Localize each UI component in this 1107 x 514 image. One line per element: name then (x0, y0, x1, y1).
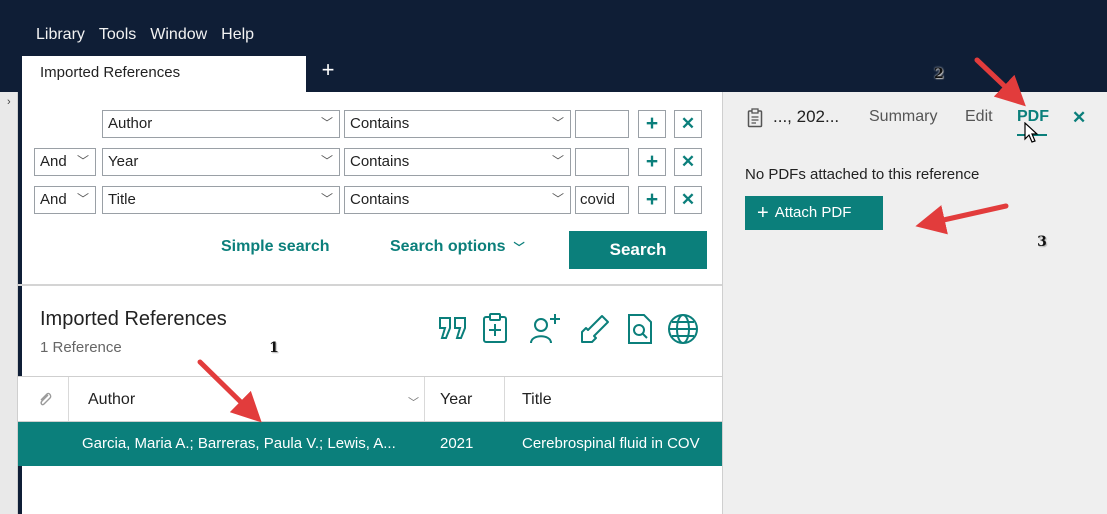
quote-icon[interactable] (436, 312, 472, 346)
search-value-input-3[interactable]: covid (575, 186, 629, 214)
paperclip-icon[interactable] (38, 390, 52, 408)
chevron-down-icon: ﹀ (320, 192, 333, 206)
search-button[interactable]: Search (569, 231, 707, 269)
column-header-title[interactable]: Title (522, 391, 552, 409)
no-pdf-message: No PDFs attached to this reference (745, 166, 980, 183)
annotation-number-3: 3 (1037, 234, 1047, 250)
chevron-down-icon: ﹀ (76, 192, 89, 206)
row-year: 2021 (440, 435, 474, 452)
tab-edit[interactable]: Edit (965, 108, 993, 126)
remove-row-button[interactable]: ✕ (674, 148, 702, 176)
menu-tools[interactable]: Tools (99, 26, 136, 44)
attach-pdf-label: Attach PDF (774, 204, 852, 221)
add-tab-button[interactable]: + (318, 58, 338, 82)
field-select-value: Title (108, 191, 136, 208)
menu-help[interactable]: Help (221, 26, 254, 44)
search-row-1: Author ﹀ Contains ﹀ + ✕ (34, 110, 714, 138)
close-panel-button[interactable]: ✕ (1072, 108, 1086, 128)
field-select-2[interactable]: Year ﹀ (102, 148, 340, 176)
menu-bar: Library Tools Window Help (36, 26, 254, 44)
chevron-down-icon: ﹀ (320, 154, 333, 168)
operator-select-1[interactable]: Contains ﹀ (344, 110, 571, 138)
connector-select-value: And (40, 153, 67, 170)
field-select-3[interactable]: Title ﹀ (102, 186, 340, 214)
library-title: Imported References (40, 308, 227, 330)
sort-chevron-icon[interactable]: ﹀ (408, 394, 419, 410)
row-title: Cerebrospinal fluid in COV (522, 435, 700, 452)
operator-select-value: Contains (350, 191, 410, 208)
section-divider (18, 284, 722, 286)
chevron-down-icon: ﹀ (76, 154, 89, 168)
column-header-author[interactable]: Author (88, 391, 135, 409)
left-collapse-strip[interactable]: › (0, 92, 18, 514)
chevron-down-icon: ﹀ (551, 192, 564, 206)
add-row-button[interactable]: + (638, 110, 666, 138)
field-select-value: Year (108, 153, 139, 170)
search-row-2: And ﹀ Year ﹀ Contains ﹀ + ✕ (34, 148, 714, 176)
simple-search-link[interactable]: Simple search (221, 238, 330, 256)
reference-table-header: Author ﹀ Year Title (18, 376, 722, 422)
tab-imported-references[interactable]: Imported References (22, 56, 306, 92)
reference-short-title: ..., 202... (773, 107, 840, 126)
search-options-link[interactable]: Search options ﹀ (390, 238, 525, 256)
reference-count: 1 Reference (40, 339, 122, 356)
attach-pdf-button[interactable]: + Attach PDF (745, 196, 883, 230)
menu-library[interactable]: Library (36, 26, 85, 44)
chevron-down-icon: ﹀ (551, 154, 564, 168)
connector-select-value: And (40, 191, 67, 208)
field-select-value: Author (108, 115, 153, 132)
clipboard-icon (747, 108, 763, 128)
column-separator (424, 377, 425, 421)
connector-select-2[interactable]: And ﹀ (34, 148, 96, 176)
add-person-icon[interactable] (530, 312, 562, 346)
globe-icon[interactable] (666, 312, 700, 346)
table-row[interactable]: Garcia, Maria A.; Barreras, Paula V.; Le… (18, 422, 722, 466)
operator-select-value: Contains (350, 115, 410, 132)
operator-select-value: Contains (350, 153, 410, 170)
chevron-down-icon: ﹀ (320, 116, 333, 130)
tab-summary[interactable]: Summary (869, 108, 937, 126)
reference-panel-tabs: ..., 202... Summary Edit PDF ✕ (723, 92, 1107, 146)
collapse-chevron-icon: › (7, 96, 11, 108)
connector-select-3[interactable]: And ﹀ (34, 186, 96, 214)
search-value-input-1[interactable] (575, 110, 629, 138)
field-select-1[interactable]: Author ﹀ (102, 110, 340, 138)
export-arrow-icon[interactable] (578, 312, 612, 346)
reference-detail-panel: ..., 202... Summary Edit PDF ✕ No PDFs a… (722, 92, 1107, 514)
column-separator (68, 377, 69, 421)
mouse-cursor-icon (1024, 122, 1039, 143)
menu-window[interactable]: Window (150, 26, 207, 44)
chevron-down-icon: ﹀ (551, 116, 564, 130)
search-value-input-2[interactable] (575, 148, 629, 176)
annotation-number-1: 1 (269, 340, 279, 356)
plus-icon: + (757, 202, 769, 224)
find-pdf-icon[interactable] (626, 312, 654, 346)
clipboard-icon[interactable] (480, 312, 510, 346)
column-separator (504, 377, 505, 421)
annotation-number-2: 2 (934, 66, 944, 82)
add-row-button[interactable]: + (638, 148, 666, 176)
column-header-year[interactable]: Year (440, 391, 472, 409)
row-author: Garcia, Maria A.; Barreras, Paula V.; Le… (82, 435, 396, 452)
search-options-label: Search options (390, 238, 506, 255)
remove-row-button[interactable]: ✕ (674, 110, 702, 138)
search-row-3: And ﹀ Title ﹀ Contains ﹀ covid + ✕ (34, 186, 714, 214)
operator-select-2[interactable]: Contains ﹀ (344, 148, 571, 176)
chevron-down-icon: ﹀ (513, 242, 525, 254)
add-row-button[interactable]: + (638, 186, 666, 214)
remove-row-button[interactable]: ✕ (674, 186, 702, 214)
operator-select-3[interactable]: Contains ﹀ (344, 186, 571, 214)
